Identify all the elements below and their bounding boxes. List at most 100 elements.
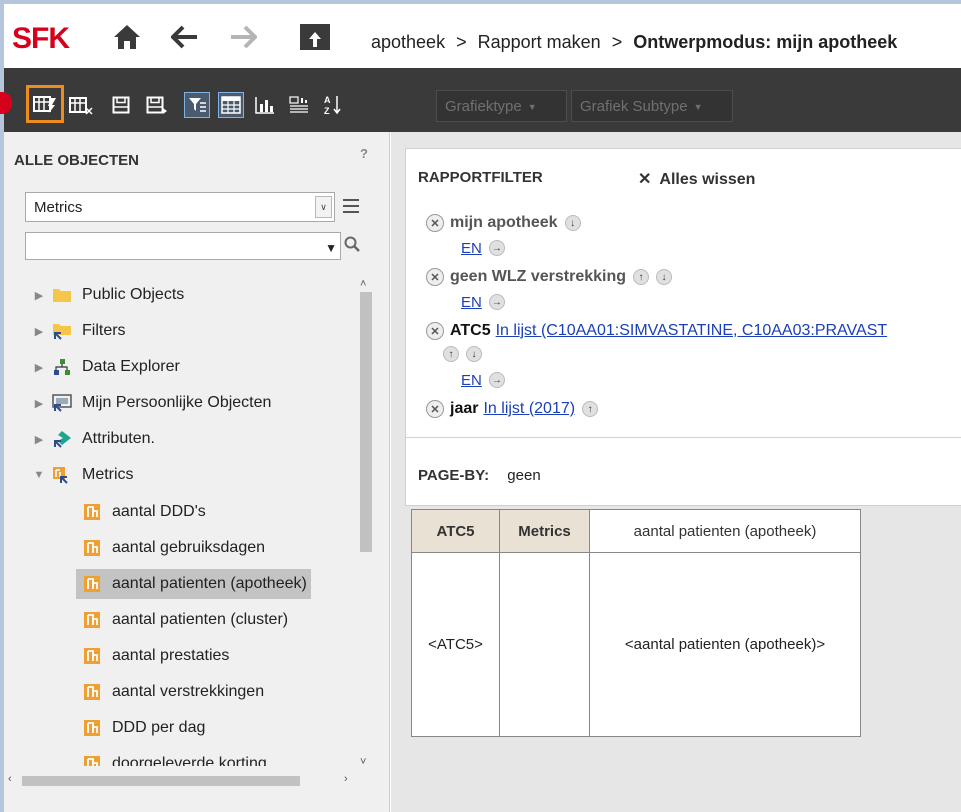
collapse-triangle-icon[interactable]: ▼ xyxy=(32,469,46,481)
vertical-scroll-thumb[interactable] xyxy=(360,292,372,552)
tree-item-label: aantal patienten (cluster) xyxy=(112,611,289,628)
report-filter-panel: RAPPORTFILTER ✕ Alles wissen ✕ mijn apoth… xyxy=(405,148,961,506)
tree-item-attributen[interactable]: ▶ Attributen. xyxy=(32,424,155,454)
grid-view-icon[interactable] xyxy=(68,92,94,118)
remove-filter-icon[interactable]: ✕ xyxy=(426,322,444,340)
tree-item-metric[interactable]: aantal gebruiksdagen xyxy=(82,533,265,563)
tree-item-label: aantal patienten (apotheek) xyxy=(112,575,307,592)
move-down-icon[interactable]: ↓ xyxy=(656,269,673,285)
object-type-value: Metrics xyxy=(34,199,83,216)
forward-arrow-icon[interactable] xyxy=(228,22,258,52)
chart-type-label: Grafiektype xyxy=(445,98,522,115)
breadcrumb-item-rapport-maken[interactable]: Rapport maken xyxy=(478,32,601,52)
tree-item-metric[interactable]: DDD per dag xyxy=(82,713,205,743)
tree-item-metric-selected[interactable]: aantal patienten (apotheek) xyxy=(76,569,311,599)
expand-triangle-icon[interactable]: ▶ xyxy=(32,433,46,446)
grid-header-atc5[interactable]: ATC5 xyxy=(411,509,500,553)
operator-link[interactable]: EN xyxy=(461,240,482,257)
home-icon[interactable] xyxy=(112,22,142,52)
metric-icon xyxy=(82,718,102,738)
page-by-area: PAGE-BY: geen xyxy=(418,467,541,484)
object-type-select[interactable]: Metrics ∨ xyxy=(25,192,335,222)
move-down-icon[interactable]: ↓ xyxy=(466,346,482,362)
arrow-right-icon[interactable]: → xyxy=(488,294,505,310)
chart-type-dropdown[interactable]: Grafiektype ▼ xyxy=(436,90,567,122)
filter-value-link[interactable]: In lijst (C10AA01:SIMVASTATINE, C10AA03:… xyxy=(496,322,888,340)
scroll-down-icon[interactable]: ˅ xyxy=(360,756,366,768)
tree-item-metric[interactable]: doorgeleverde korting xyxy=(82,749,267,766)
remove-filter-icon[interactable]: ✕ xyxy=(426,268,444,286)
expand-triangle-icon[interactable]: ▶ xyxy=(32,397,46,410)
filter-name[interactable]: jaar xyxy=(450,400,478,418)
dropdown-arrow-icon[interactable]: ▼ xyxy=(325,241,337,255)
horizontal-scroll-thumb[interactable] xyxy=(22,776,300,786)
arrow-right-icon[interactable]: → xyxy=(488,240,505,256)
operator-link[interactable]: EN xyxy=(461,372,482,389)
chevron-down-icon: ▼ xyxy=(693,102,703,113)
save-icon[interactable] xyxy=(108,92,134,118)
expand-triangle-icon[interactable]: ▶ xyxy=(32,289,46,302)
report-grid: ATC5 Metrics aantal patienten (apotheek)… xyxy=(411,509,861,737)
tree-item-filters[interactable]: ▶ Filters xyxy=(32,316,126,346)
expand-triangle-icon[interactable]: ▶ xyxy=(32,361,46,374)
help-icon[interactable]: ? xyxy=(360,146,368,161)
folder-icon xyxy=(52,285,72,305)
upload-folder-icon[interactable] xyxy=(298,22,332,52)
operator-link[interactable]: EN xyxy=(461,294,482,311)
filter-value-link[interactable]: In lijst (2017) xyxy=(483,400,575,418)
filter-condition: ✕ geen WLZ verstrekking ↑ ↓ xyxy=(426,266,673,288)
expand-triangle-icon[interactable]: ▶ xyxy=(32,325,46,338)
grid-header-metric-value[interactable]: aantal patienten (apotheek) xyxy=(589,509,861,553)
chart-subtype-dropdown[interactable]: Grafiek Subtype ▼ xyxy=(571,90,733,122)
move-down-icon[interactable]: ↓ xyxy=(564,215,581,231)
tree-item-public-objects[interactable]: ▶ Public Objects xyxy=(32,280,185,310)
logo-text: SFK xyxy=(12,22,70,55)
filter-name[interactable]: mijn apotheek xyxy=(450,214,558,232)
move-up-icon[interactable]: ↑ xyxy=(443,346,459,362)
tree-item-data-explorer[interactable]: ▶ Data Explorer xyxy=(32,352,180,382)
page-by-value[interactable]: geen xyxy=(507,467,540,484)
grid-cell-metric-value[interactable]: <aantal patienten (apotheek)> xyxy=(589,552,861,737)
bar-chart-icon[interactable] xyxy=(252,92,278,118)
tree-item-metric[interactable]: aantal DDD's xyxy=(82,497,206,527)
filter-name[interactable]: ATC5 xyxy=(450,322,491,340)
save-as-icon[interactable] xyxy=(144,92,170,118)
tree-item-metric[interactable]: aantal prestaties xyxy=(82,641,229,671)
grid-and-graph-icon[interactable] xyxy=(286,92,312,118)
tree-item-metrics[interactable]: ▼ Metrics xyxy=(32,460,134,490)
tree-item-metric[interactable]: aantal verstrekkingen xyxy=(82,677,264,707)
breadcrumb: apotheek > Rapport maken > Ontwerpmodus:… xyxy=(371,32,897,53)
scroll-up-icon[interactable]: ˄ xyxy=(360,278,366,290)
tree-item-label: Filters xyxy=(82,322,126,339)
grid-icon[interactable] xyxy=(218,92,244,118)
tree-item-label: aantal prestaties xyxy=(112,647,230,664)
move-up-icon[interactable]: ↑ xyxy=(633,269,650,285)
tree-item-label: Mijn Persoonlijke Objecten xyxy=(82,394,272,411)
tree-item-mijn-persoonlijke-objecten[interactable]: ▶ Mijn Persoonlijke Objecten xyxy=(32,388,271,418)
filter-name[interactable]: geen WLZ verstrekking xyxy=(450,268,626,286)
clear-all-button[interactable]: ✕ Alles wissen xyxy=(638,169,755,189)
scroll-right-icon[interactable]: › xyxy=(344,773,348,785)
back-arrow-icon[interactable] xyxy=(170,22,200,52)
chart-subtype-label: Grafiek Subtype xyxy=(580,98,688,115)
grid-cell-metrics[interactable] xyxy=(499,552,590,737)
filter-condition: ✕ ATC5 In lijst (C10AA01:SIMVASTATINE, C… xyxy=(426,320,887,342)
design-mode-icon[interactable] xyxy=(26,85,64,123)
grid-cell-atc5[interactable]: <ATC5> xyxy=(411,552,500,737)
remove-filter-icon[interactable]: ✕ xyxy=(426,400,444,418)
chevron-down-icon[interactable]: ∨ xyxy=(315,196,332,218)
move-up-icon[interactable]: ↑ xyxy=(582,401,599,417)
sort-az-icon[interactable]: AZ xyxy=(320,92,346,118)
remove-filter-icon[interactable]: ✕ xyxy=(426,214,444,232)
search-input[interactable]: ▼ xyxy=(25,232,341,260)
search-icon[interactable] xyxy=(344,236,360,256)
tree-item-label: DDD per dag xyxy=(112,719,206,736)
scroll-left-icon[interactable]: ‹ xyxy=(8,773,12,785)
filter-panel-icon[interactable] xyxy=(184,92,210,118)
list-menu-icon[interactable] xyxy=(342,198,360,218)
tree-item-metric[interactable]: aantal patienten (cluster) xyxy=(82,605,288,635)
arrow-right-icon[interactable]: → xyxy=(488,372,505,388)
breadcrumb-item-apotheek[interactable]: apotheek xyxy=(371,32,445,52)
grid-header-metrics[interactable]: Metrics xyxy=(499,509,590,553)
sfk-logo[interactable]: SFK xyxy=(12,22,70,56)
